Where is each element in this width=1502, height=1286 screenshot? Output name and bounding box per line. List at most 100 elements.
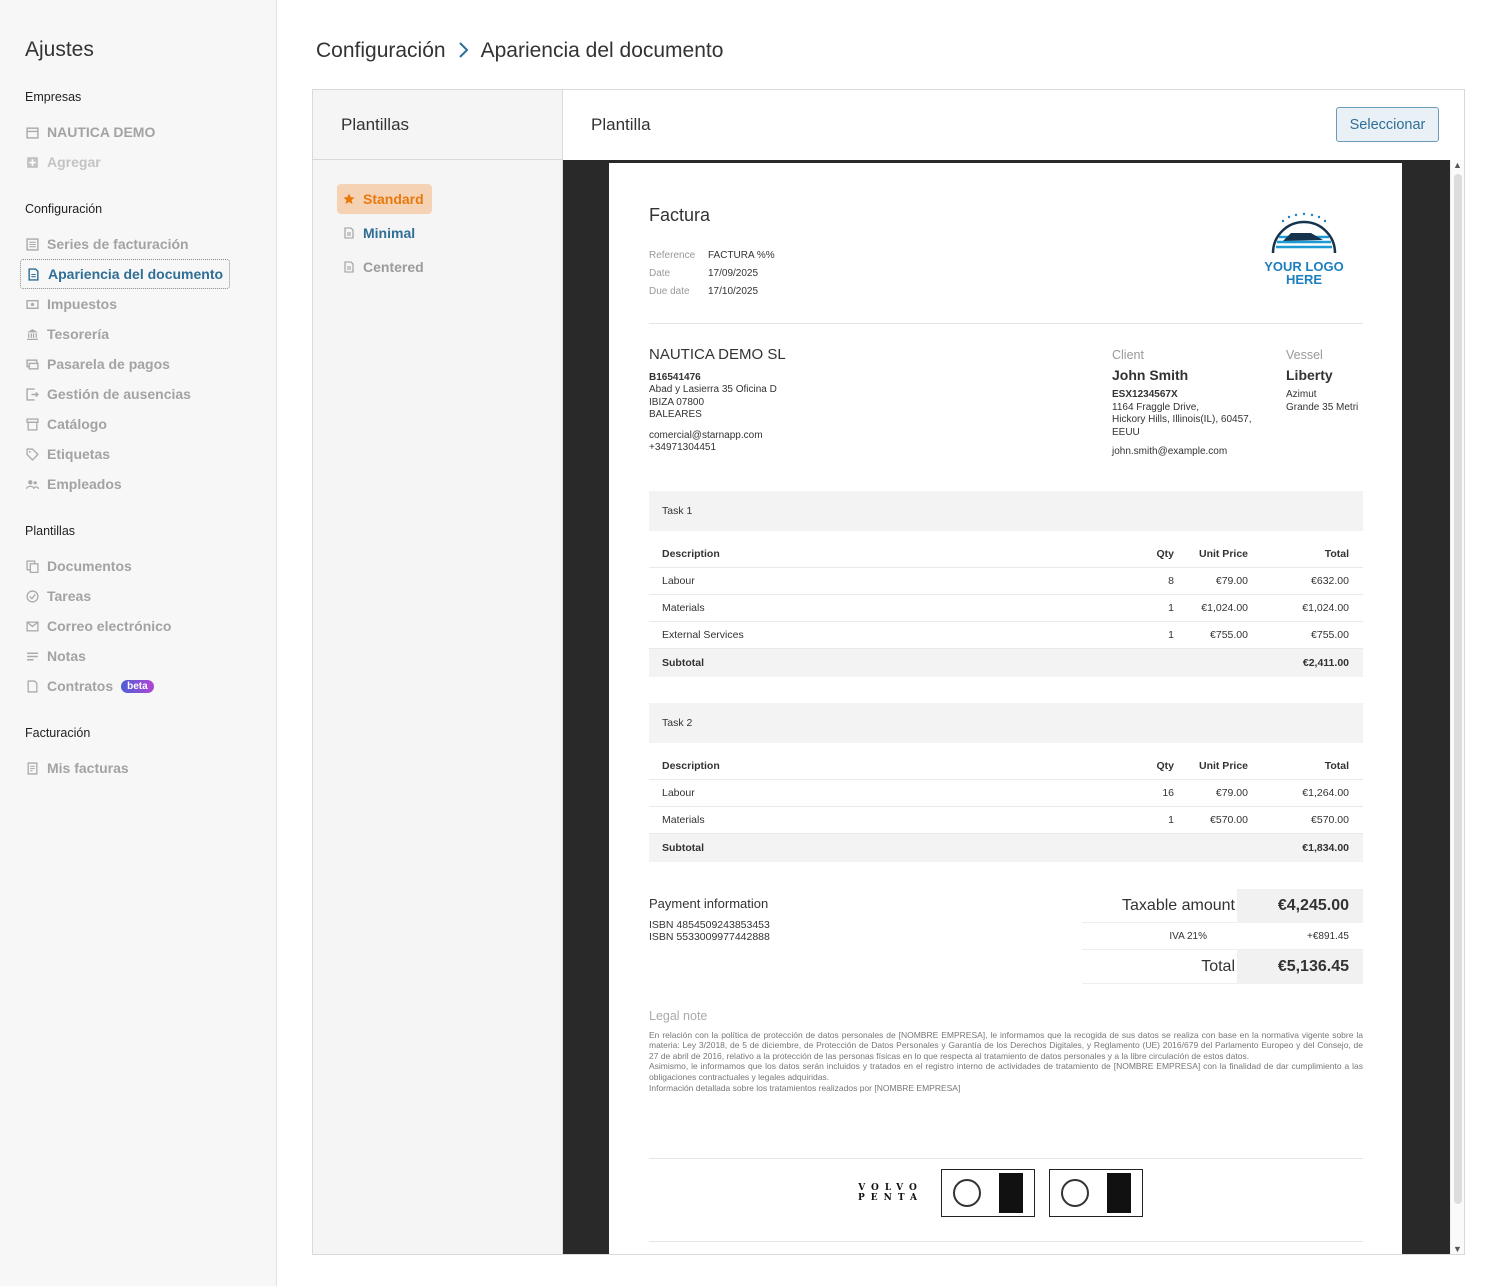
select-button[interactable]: Seleccionar [1336, 107, 1439, 142]
sidebar-item-label: Gestión de ausencias [47, 386, 191, 402]
document-icon [343, 227, 355, 239]
cell-qty: 1 [1168, 602, 1174, 614]
notes-icon [26, 650, 39, 663]
cell-unit-price: €755.00 [1210, 629, 1248, 641]
column-description: Description [662, 760, 720, 772]
cell-description: External Services [662, 629, 744, 641]
sidebar-item-series[interactable]: Series de facturación [20, 229, 195, 259]
sidebar-item-label: Empleados [47, 476, 122, 492]
star-icon [343, 193, 355, 205]
cell-unit-price: €570.00 [1210, 814, 1248, 826]
sidebar-item-pasarela[interactable]: Pasarela de pagos [20, 349, 176, 379]
cell-qty: 8 [1168, 575, 1174, 587]
meta-value: 17/09/2025 [708, 268, 759, 279]
scrollbar-thumb[interactable] [1454, 174, 1462, 1204]
sidebar-item-label: Tareas [47, 588, 92, 604]
task-header: Task 1 [649, 491, 1363, 531]
invoice-title: Factura [649, 205, 711, 225]
legal-paragraph: En relación con la política de protecció… [649, 1029, 1363, 1061]
sidebar-item-contratos[interactable]: Contratos beta [20, 671, 160, 701]
archive-icon [26, 417, 39, 431]
preview-scrollbar[interactable]: ▲ ▼ [1450, 160, 1464, 1254]
sidebar-item-apariencia[interactable]: Apariencia del documento [20, 259, 231, 289]
company-email: comercial@starnapp.com [649, 429, 763, 441]
vessel-name: Liberty [1286, 366, 1333, 383]
invoice-document: Factura Reference FACTURA %% Date 17/09/20… [609, 163, 1402, 1254]
scroll-up-icon[interactable]: ▲ [1453, 160, 1462, 170]
company-address: Abad y Lasierra 35 Oficina D [649, 384, 777, 395]
vessel-model: Grande 35 Metri [1286, 401, 1359, 413]
legal-paragraph: Información detallada sobre los tratamie… [649, 1082, 961, 1093]
subtotal-row: Subtotal €2,411.00 [649, 649, 1363, 677]
taxable-row: Taxable amount €4,245.00 [1082, 888, 1363, 923]
vessel-label: Vessel [1286, 348, 1323, 362]
payment-title: Payment information [649, 896, 769, 911]
sidebar-item-nautica-demo[interactable]: NAUTICA DEMO [20, 117, 161, 147]
boat-logo-icon [1271, 212, 1337, 254]
template-minimal[interactable]: Minimal [337, 218, 423, 248]
sidebar-item-documentos[interactable]: Documentos [20, 551, 138, 581]
sidebar-item-label: Apariencia del documento [48, 266, 224, 282]
template-title: Plantilla [591, 115, 651, 134]
bank-icon [26, 328, 39, 341]
table-row: External Services 1 €755.00 €755.00 [649, 622, 1363, 649]
sidebar-item-notas[interactable]: Notas [20, 641, 92, 671]
cell-unit-price: €79.00 [1215, 787, 1248, 799]
column-total: Total [1324, 760, 1349, 772]
sidebar-item-agregar[interactable]: Agregar [20, 147, 107, 177]
sidebar-item-etiquetas[interactable]: Etiquetas [20, 439, 116, 469]
group-empresas: Empresas [25, 90, 82, 104]
table-header: Description Qty Unit Price Total [649, 541, 1363, 568]
invoice-icon [26, 761, 39, 775]
column-unit-price: Unit Price [1198, 760, 1248, 772]
people-icon [26, 478, 39, 491]
payment-info: Payment information ISBN 485450924385345… [649, 896, 770, 944]
invoice-meta: Reference FACTURA %% Date 17/09/2025 Due d… [649, 247, 775, 301]
store-icon [26, 126, 39, 139]
breadcrumb-parent[interactable]: Configuración [316, 39, 446, 63]
iva-row: IVA 21% +€891.45 [1082, 923, 1363, 950]
company-name: NAUTICA DEMO SL [649, 346, 786, 363]
cell-total: €1,024.00 [1302, 602, 1349, 614]
sidebar-item-tesoreria[interactable]: Tesorería [20, 319, 115, 349]
sidebar-item-label: Impuestos [47, 296, 118, 312]
sidebar-item-mis-facturas[interactable]: Mis facturas [20, 753, 135, 783]
document-icon [27, 267, 40, 281]
table-row: Labour 16 €79.00 €1,264.00 [649, 780, 1363, 807]
breadcrumb-current: Apariencia del documento [480, 39, 724, 62]
template-centered[interactable]: Centered [337, 252, 432, 282]
document-preview: Factura Reference FACTURA %% Date 17/09/20… [563, 160, 1450, 1254]
certification-badge-icon [941, 1169, 1036, 1217]
meta-label: Reference [649, 250, 696, 261]
sidebar-item-impuestos[interactable]: Impuestos [20, 289, 123, 319]
template-panel: Plantillas Standard Minimal Centered Pla… [312, 89, 1465, 1255]
legal-note: Legal note En relación con la política d… [649, 1010, 1363, 1093]
sidebar-item-correo[interactable]: Correo electrónico [20, 611, 177, 641]
meta-value: FACTURA %% [708, 250, 775, 261]
client-label: Client [1112, 348, 1144, 362]
column-qty: Qty [1156, 760, 1174, 772]
column-description: Description [662, 548, 720, 560]
company-address: IBIZA 07800 [649, 396, 705, 408]
company-phone: +34971304451 [649, 442, 717, 453]
footer-logos: VOLVO PENTA [858, 1169, 1157, 1217]
total-label: Total [1201, 957, 1235, 975]
sidebar-item-label: Etiquetas [47, 446, 111, 462]
sidebar-item-ausencias[interactable]: Gestión de ausencias [20, 379, 197, 409]
table-row: Labour 8 €79.00 €632.00 [649, 568, 1363, 595]
cell-total: €755.00 [1311, 629, 1349, 641]
cell-total: €570.00 [1311, 814, 1349, 826]
template-standard[interactable]: Standard [337, 184, 432, 214]
mail-icon [26, 620, 39, 633]
certification-badge-icon [1049, 1169, 1144, 1217]
divider [649, 1158, 1363, 1159]
sidebar-item-tareas[interactable]: Tareas [20, 581, 97, 611]
vessel-model: Azimut [1286, 389, 1317, 400]
template-header: Plantilla Seleccionar [564, 90, 1464, 160]
exit-icon [26, 387, 39, 401]
meta-label: Date [649, 268, 671, 279]
sidebar-item-empleados[interactable]: Empleados [20, 469, 128, 499]
scroll-down-icon[interactable]: ▼ [1453, 1244, 1462, 1254]
cell-qty: 1 [1168, 814, 1174, 826]
sidebar-item-catalogo[interactable]: Catálogo [20, 409, 113, 439]
